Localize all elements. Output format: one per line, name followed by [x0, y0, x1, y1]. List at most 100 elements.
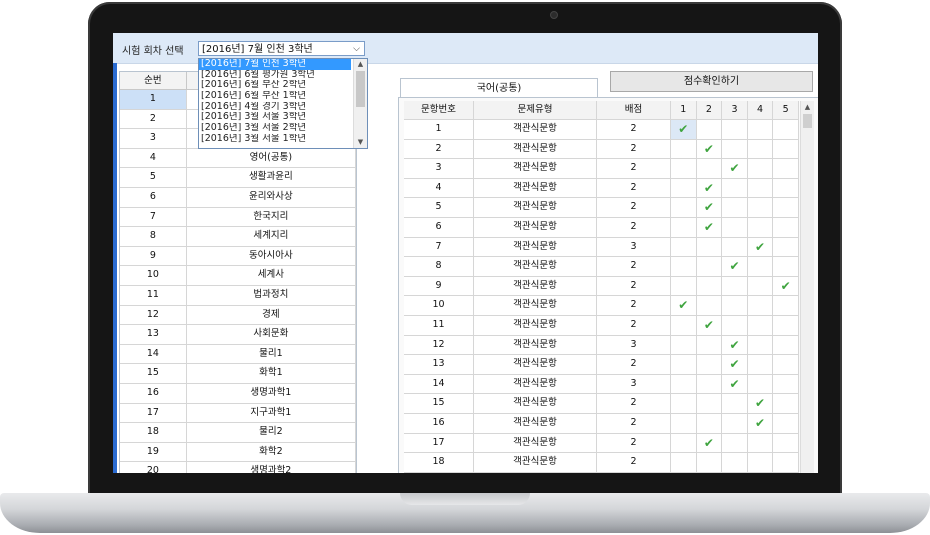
- choice-cell-5[interactable]: [773, 433, 799, 453]
- exam-select[interactable]: [2016년] 7월 인천 3학년 ⌵: [198, 41, 365, 56]
- choice-cell-4[interactable]: ✔: [748, 394, 774, 413]
- scroll-thumb[interactable]: [803, 114, 812, 128]
- choice-cell-4[interactable]: [748, 217, 774, 237]
- choice-cell-2[interactable]: ✔: [697, 315, 723, 335]
- choice-cell-3[interactable]: [722, 453, 748, 472]
- choice-cell-2[interactable]: [697, 394, 723, 413]
- choice-cell-1[interactable]: [671, 139, 697, 159]
- table-row[interactable]: 4 영어(공통): [120, 148, 356, 169]
- choice-cell-1[interactable]: [671, 159, 697, 178]
- choice-cell-2[interactable]: [697, 355, 723, 374]
- table-row[interactable]: 11 법과정치: [120, 285, 356, 306]
- choice-cell-4[interactable]: [748, 139, 774, 159]
- choice-cell-4[interactable]: [748, 355, 774, 374]
- choice-cell-1[interactable]: ✔: [671, 120, 697, 139]
- table-row[interactable]: 11 객관식문항 2 ✔: [404, 315, 799, 336]
- choice-cell-2[interactable]: ✔: [697, 198, 723, 217]
- choice-cell-2[interactable]: ✔: [697, 433, 723, 453]
- table-row[interactable]: 8 객관식문항 2 ✔: [404, 257, 799, 277]
- exam-option[interactable]: [2016년] 3월 서울 3학년: [199, 112, 351, 123]
- choice-cell-3[interactable]: [722, 394, 748, 413]
- choice-cell-1[interactable]: [671, 453, 697, 472]
- choice-cell-3[interactable]: [722, 433, 748, 453]
- choice-cell-5[interactable]: [773, 178, 799, 198]
- choice-cell-3[interactable]: [722, 120, 748, 139]
- table-row[interactable]: 8 세계지리: [120, 227, 356, 247]
- choice-cell-3[interactable]: [722, 237, 748, 257]
- column-header-choice-3[interactable]: 3: [722, 101, 748, 119]
- column-header-points[interactable]: 배점: [597, 101, 671, 119]
- choice-cell-5[interactable]: [773, 374, 799, 394]
- choice-cell-1[interactable]: [671, 355, 697, 374]
- choice-cell-2[interactable]: ✔: [697, 178, 723, 198]
- choice-cell-1[interactable]: ✔: [671, 296, 697, 315]
- exam-option[interactable]: [2016년] 3월 서울 1학년: [199, 134, 351, 145]
- table-row[interactable]: 15 객관식문항 2 ✔: [404, 394, 799, 414]
- column-header-number[interactable]: 순번: [120, 72, 187, 89]
- choice-cell-1[interactable]: [671, 257, 697, 276]
- tab-korean[interactable]: 국어(공통): [400, 78, 598, 98]
- choice-cell-4[interactable]: [748, 178, 774, 198]
- choice-cell-2[interactable]: ✔: [697, 217, 723, 237]
- choice-cell-2[interactable]: [697, 374, 723, 394]
- table-row[interactable]: 18 물리2: [120, 423, 356, 443]
- choice-cell-4[interactable]: [748, 315, 774, 335]
- choice-cell-4[interactable]: ✔: [748, 413, 774, 433]
- grid-scrollbar[interactable]: ▲: [800, 101, 814, 473]
- choice-cell-3[interactable]: [722, 217, 748, 237]
- choice-cell-5[interactable]: [773, 237, 799, 257]
- choice-cell-5[interactable]: [773, 296, 799, 315]
- choice-cell-3[interactable]: [722, 178, 748, 198]
- choice-cell-3[interactable]: [722, 296, 748, 315]
- choice-cell-4[interactable]: [748, 276, 774, 296]
- column-header-choice-4[interactable]: 4: [748, 101, 774, 119]
- choice-cell-4[interactable]: [748, 335, 774, 355]
- choice-cell-5[interactable]: [773, 217, 799, 237]
- choice-cell-1[interactable]: [671, 413, 697, 433]
- table-row[interactable]: 17 객관식문항 2 ✔: [404, 433, 799, 454]
- choice-cell-3[interactable]: [722, 413, 748, 433]
- exam-option[interactable]: [2016년] 4월 경기 3학년: [199, 102, 351, 113]
- table-row[interactable]: 20 생명과학2: [120, 462, 356, 473]
- choice-cell-3[interactable]: ✔: [722, 159, 748, 178]
- table-row[interactable]: 6 윤리와사상: [120, 187, 356, 208]
- check-score-button[interactable]: 점수확인하기: [610, 71, 813, 92]
- choice-cell-1[interactable]: [671, 237, 697, 257]
- table-row[interactable]: 9 객관식문항 2 ✔: [404, 276, 799, 297]
- exam-option[interactable]: [2016년] 6월 부산 1학년: [199, 91, 351, 102]
- table-row[interactable]: 12 객관식문항 3 ✔: [404, 335, 799, 356]
- column-header-choice-1[interactable]: 1: [671, 101, 697, 119]
- choice-cell-2[interactable]: [697, 120, 723, 139]
- choice-cell-5[interactable]: [773, 413, 799, 433]
- choice-cell-2[interactable]: [697, 453, 723, 472]
- choice-cell-3[interactable]: ✔: [722, 335, 748, 355]
- table-row[interactable]: 13 사회문화: [120, 325, 356, 345]
- table-row[interactable]: 5 생활과윤리: [120, 168, 356, 188]
- table-row[interactable]: 1 객관식문항 2 ✔: [404, 120, 799, 140]
- column-header-choice-5[interactable]: 5: [773, 101, 799, 119]
- column-header-question-no[interactable]: 문항번호: [404, 101, 474, 119]
- choice-cell-5[interactable]: [773, 257, 799, 276]
- choice-cell-2[interactable]: [697, 257, 723, 276]
- choice-cell-2[interactable]: [697, 296, 723, 315]
- table-row[interactable]: 10 객관식문항 2 ✔: [404, 296, 799, 316]
- choice-cell-1[interactable]: [671, 315, 697, 335]
- column-header-type[interactable]: 문제유형: [474, 101, 597, 119]
- choice-cell-1[interactable]: [671, 178, 697, 198]
- exam-option[interactable]: [2016년] 6월 부산 2학년: [199, 80, 351, 91]
- table-row[interactable]: 7 한국지리: [120, 207, 356, 228]
- choice-cell-1[interactable]: [671, 276, 697, 296]
- table-row[interactable]: 5 객관식문항 2 ✔: [404, 198, 799, 218]
- table-row[interactable]: 4 객관식문항 2 ✔: [404, 178, 799, 199]
- choice-cell-4[interactable]: [748, 159, 774, 178]
- choice-cell-3[interactable]: ✔: [722, 355, 748, 374]
- choice-cell-3[interactable]: ✔: [722, 257, 748, 276]
- table-row[interactable]: 19 화학2: [120, 442, 356, 463]
- choice-cell-4[interactable]: [748, 198, 774, 217]
- table-row[interactable]: 12 경제: [120, 305, 356, 326]
- choice-cell-3[interactable]: [722, 315, 748, 335]
- choice-cell-5[interactable]: [773, 394, 799, 413]
- choice-cell-4[interactable]: [748, 120, 774, 139]
- table-row[interactable]: 10 세계사: [120, 266, 356, 286]
- choice-cell-5[interactable]: [773, 355, 799, 374]
